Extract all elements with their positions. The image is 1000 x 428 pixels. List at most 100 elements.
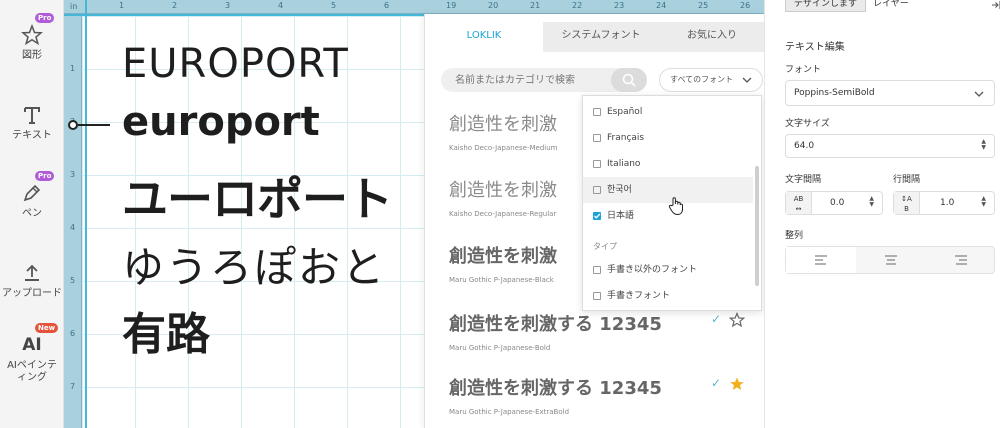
option-label: 手書きフォント <box>607 291 671 301</box>
tool-text[interactable]: テキスト <box>0 104 64 142</box>
font-list-item[interactable]: 創造性を刺激する 12345 Maru Gothic P-Japanese-Bo… <box>449 310 749 352</box>
tool-upload-label: アップロード <box>2 288 62 299</box>
font-search-input[interactable] <box>455 68 605 92</box>
dropdown-option-spanish[interactable]: Español <box>583 99 753 125</box>
font-select[interactable]: Poppins-SemiBold <box>785 80 995 106</box>
dropdown-option-french[interactable]: Français <box>583 125 753 151</box>
font-filter-select[interactable]: すべてのフォント <box>659 68 763 92</box>
align-center-icon <box>885 255 897 265</box>
tool-shapes-label: 図形 <box>22 50 42 61</box>
ruler-tick: 25 <box>698 1 709 10</box>
canvas-text-hiragana[interactable]: ゆうろぽおと <box>122 234 386 295</box>
stepper-icon[interactable]: ▲ ▼ <box>869 196 874 208</box>
ruler-horizontal-right[interactable]: 19 20 21 22 23 24 25 26 <box>424 0 764 14</box>
ruler-tick: 5 <box>331 1 337 10</box>
tool-pen[interactable]: Pro ペン <box>0 171 64 220</box>
checkbox[interactable] <box>593 186 601 194</box>
option-label: 한국어 <box>607 185 632 195</box>
search-button[interactable] <box>611 68 647 92</box>
letter-spacing-value: 0.0 <box>830 198 845 208</box>
tab-design[interactable]: デザインします <box>785 0 867 12</box>
star-outline-icon[interactable] <box>729 312 745 328</box>
ruler-tick: 3 <box>225 1 231 10</box>
tool-text-label: テキスト <box>12 130 52 141</box>
font-size-input[interactable]: 64.0 ▲ ▼ <box>785 134 995 158</box>
ruler-tick: 4 <box>278 1 284 10</box>
ruler-tick: 6 <box>384 1 390 10</box>
selection-handle[interactable] <box>68 120 78 130</box>
tool-upload[interactable]: アップロード <box>0 262 64 300</box>
dropdown-option-non-handwritten[interactable]: 手書き以外のフォント <box>583 257 753 283</box>
font-select-value: Poppins-SemiBold <box>794 88 875 98</box>
stepper-icon[interactable]: ▲ ▼ <box>981 139 986 151</box>
align-center-button[interactable] <box>856 247 926 273</box>
guide-line-horizontal[interactable] <box>64 14 424 16</box>
ruler-tick: 22 <box>572 1 583 10</box>
checkbox[interactable] <box>593 292 601 300</box>
letter-spacing-label: 文字間隔 <box>785 175 822 185</box>
align-label: 整列 <box>785 231 804 241</box>
collapse-panel-icon[interactable] <box>991 0 1000 10</box>
ruler-unit: in <box>70 2 78 11</box>
checkbox[interactable] <box>593 266 601 274</box>
letter-spacing-input[interactable]: AB ↔ 0.0 ▲ ▼ <box>785 191 883 215</box>
ruler-tick: 3 <box>70 170 76 179</box>
font-list-item[interactable]: 創造性を刺激する 12345 Maru Gothic P-Japanese-Ex… <box>449 374 749 416</box>
font-name: Maru Gothic P-Japanese-ExtraBold <box>449 408 570 416</box>
ruler-tick: 21 <box>530 1 541 10</box>
ruler-tick: 26 <box>740 1 751 10</box>
align-left-button[interactable] <box>786 247 856 273</box>
font-search <box>441 68 647 92</box>
ruler-tick: 6 <box>70 329 76 338</box>
canvas-text-katakana[interactable]: ユーロポート <box>122 163 393 229</box>
checkbox[interactable] <box>593 160 601 168</box>
ruler-tick: 24 <box>656 1 667 10</box>
chevron-down-icon <box>742 77 752 83</box>
ruler-vertical[interactable]: 1 2 3 4 5 6 7 <box>64 14 82 428</box>
star-filled-icon[interactable] <box>729 376 745 392</box>
checkbox[interactable] <box>593 134 601 142</box>
selection-handle-line <box>78 124 110 126</box>
option-label: 手書き以外のフォント <box>607 265 698 275</box>
font-size-value: 64.0 <box>794 141 815 151</box>
align-left-icon <box>815 255 827 265</box>
canvas-text-europort-lower[interactable]: europort <box>122 99 320 145</box>
option-label: Français <box>607 133 645 143</box>
tool-ai-painting[interactable]: New AI AIペインテ ィング <box>0 323 64 384</box>
line-spacing-input[interactable]: ↕A B 1.0 ▲ ▼ <box>893 191 995 215</box>
checkmark-icon <box>594 213 601 219</box>
tab-favorites[interactable]: お気に入り <box>659 22 765 52</box>
dropdown-option-handwritten[interactable]: 手書きフォント <box>583 283 753 309</box>
ruler-horizontal[interactable]: in 1 2 3 4 5 6 <box>64 0 424 14</box>
align-right-icon <box>955 255 967 265</box>
canvas-text-kanji[interactable]: 有路 <box>122 298 210 362</box>
tab-loklik[interactable]: LOKLIK <box>425 22 543 52</box>
checkbox[interactable] <box>593 108 601 116</box>
tab-layers[interactable]: レイヤー <box>865 0 917 12</box>
stepper-icon[interactable]: ▲ ▼ <box>981 196 986 208</box>
ruler-tick: 5 <box>70 276 76 285</box>
chevron-down-icon <box>974 91 984 97</box>
dropdown-option-italian[interactable]: Italiano <box>583 151 753 177</box>
font-tabs: LOKLIK システムフォント お気に入り <box>425 22 765 52</box>
ruler-tick: 19 <box>446 1 457 10</box>
tool-ai-painting-label-line2: ィング <box>17 372 47 383</box>
canvas-text-europort-upper[interactable]: EUROPORT <box>122 41 349 87</box>
font-size-label: 文字サイズ <box>785 119 830 129</box>
pen-icon <box>23 184 41 202</box>
properties-tabs: デザインします レイヤー <box>779 0 1000 14</box>
font-sample: 創造性を刺激する 12345 <box>449 378 662 399</box>
pro-badge: Pro <box>35 13 55 23</box>
guide-line-vertical[interactable] <box>85 0 87 428</box>
option-label: Español <box>607 107 643 117</box>
line-spacing-label: 行間隔 <box>893 175 921 185</box>
checkbox-checked[interactable] <box>593 212 601 220</box>
align-right-button[interactable] <box>926 247 996 273</box>
ruler-tick: 2 <box>172 1 178 10</box>
ruler-tick: 20 <box>488 1 499 10</box>
text-icon <box>24 107 40 124</box>
tool-shapes[interactable]: Pro 図形 <box>0 13 64 62</box>
option-label: Italiano <box>607 159 641 169</box>
tab-system-fonts[interactable]: システムフォント <box>543 22 659 52</box>
dropdown-scrollbar[interactable] <box>755 166 759 286</box>
